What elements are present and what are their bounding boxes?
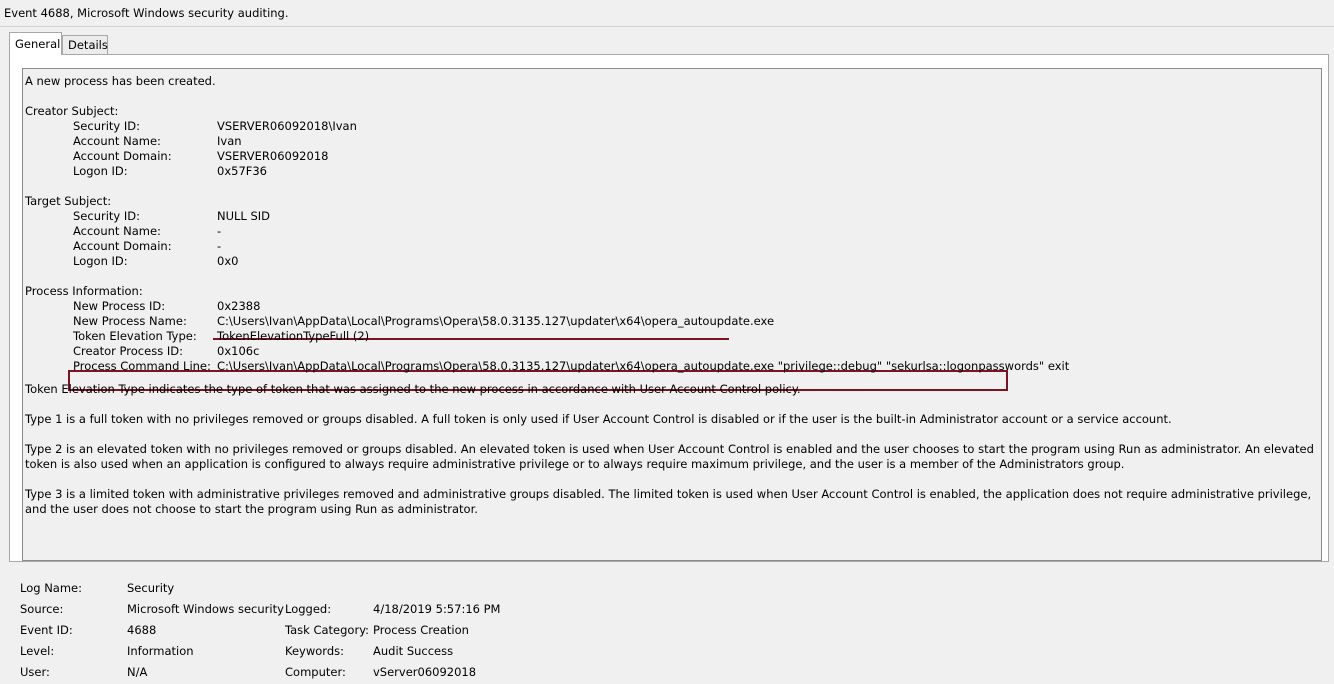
source-value: Microsoft Windows security	[127, 602, 284, 616]
target-logon-id-label: Logon ID:	[73, 254, 128, 268]
creator-account-domain-value: VSERVER06092018	[217, 149, 329, 163]
type1-paragraph: Type 1 is a full token with no privilege…	[25, 412, 1172, 426]
level-label: Level:	[20, 644, 55, 658]
log-name-value: Security	[127, 581, 175, 595]
window-titlebar: Event 4688, Microsoft Windows security a…	[0, 0, 1334, 27]
token-elevation-paragraph: Token Elevation Type indicates the type …	[25, 382, 801, 396]
general-panel: A new process has been created. Creator …	[9, 54, 1329, 562]
new-process-name-value: C:\Users\Ivan\AppData\Local\Programs\Ope…	[217, 314, 775, 328]
creator-security-id-label: Security ID:	[73, 119, 141, 133]
creator-logon-id-label: Logon ID:	[73, 164, 128, 178]
new-process-id-label: New Process ID:	[73, 299, 166, 313]
task-category-value: Process Creation	[373, 623, 469, 637]
event-id-label: Event ID:	[20, 623, 73, 637]
target-account-name-value: -	[217, 224, 222, 238]
target-security-id-label: Security ID:	[73, 209, 141, 223]
creator-security-id-value: VSERVER06092018\Ivan	[217, 119, 357, 133]
level-value: Information	[127, 644, 194, 658]
logged-value: 4/18/2019 5:57:16 PM	[373, 602, 501, 616]
tab-general[interactable]: General	[9, 32, 62, 55]
creator-subject-heading: Creator Subject:	[25, 104, 119, 118]
process-command-line-label: Process Command Line:	[73, 359, 211, 373]
target-account-domain-value: -	[217, 239, 222, 253]
task-category-label: Task Category:	[285, 623, 370, 637]
type2-paragraph: Type 2 is an elevated token with no priv…	[25, 442, 1314, 471]
logged-label: Logged:	[285, 602, 332, 616]
new-process-name-label: New Process Name:	[73, 314, 187, 328]
target-security-id-value: NULL SID	[217, 209, 271, 223]
new-process-id-value: 0x2388	[217, 299, 261, 313]
target-account-name-label: Account Name:	[73, 224, 161, 238]
process-command-line-value: C:\Users\Ivan\AppData\Local\Programs\Ope…	[217, 359, 1070, 373]
creator-process-id-label: Creator Process ID:	[73, 344, 183, 358]
creator-account-name-value: Ivan	[217, 134, 242, 148]
source-label: Source:	[20, 602, 64, 616]
user-label: User:	[20, 665, 50, 679]
window-title: Event 4688, Microsoft Windows security a…	[4, 6, 289, 20]
computer-label: Computer:	[285, 665, 346, 679]
user-value: N/A	[127, 665, 148, 679]
keywords-value: Audit Success	[373, 644, 454, 658]
target-account-domain-label: Account Domain:	[73, 239, 172, 253]
creator-logon-id-value: 0x57F36	[217, 164, 268, 178]
target-logon-id-value: 0x0	[217, 254, 239, 268]
tab-details[interactable]: Details	[62, 35, 108, 54]
token-elevation-type-value: TokenElevationTypeFull (2)	[217, 329, 370, 343]
event-id-value: 4688	[127, 623, 157, 637]
process-info-heading: Process Information:	[25, 284, 143, 298]
log-name-label: Log Name:	[20, 581, 82, 595]
event-description-box[interactable]: A new process has been created. Creator …	[22, 68, 1322, 561]
target-subject-heading: Target Subject:	[25, 194, 112, 208]
computer-value: vServer06092018	[373, 665, 477, 679]
token-elevation-type-label: Token Elevation Type:	[73, 329, 197, 343]
creator-process-id-value: 0x106c	[217, 344, 260, 358]
intro-text: A new process has been created.	[25, 74, 216, 88]
keywords-label: Keywords:	[285, 644, 344, 658]
creator-account-name-label: Account Name:	[73, 134, 161, 148]
creator-account-domain-label: Account Domain:	[73, 149, 172, 163]
type3-paragraph: Type 3 is a limited token with administr…	[25, 487, 1312, 516]
